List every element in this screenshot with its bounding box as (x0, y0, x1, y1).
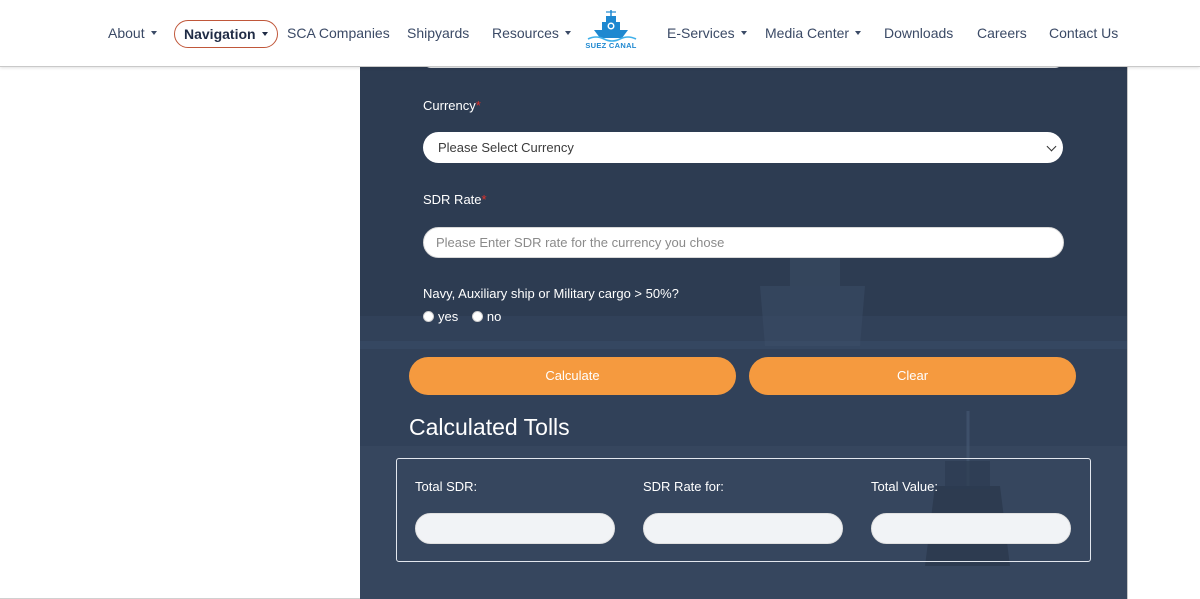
required-mark: * (481, 192, 487, 207)
sdr-rate-label: SDR Rate* (423, 192, 487, 207)
nav-shipyards[interactable]: Shipyards (407, 22, 469, 44)
radio-no[interactable]: no (471, 309, 502, 324)
nav-sca-companies[interactable]: SCA Companies (287, 22, 390, 44)
suez-canal-logo[interactable]: SUEZ CANAL (582, 8, 640, 56)
caret-down-icon (150, 31, 157, 36)
toll-calculator-panel: Currency* Please Select Currency SDR Rat… (360, 66, 1127, 599)
logo-text: SUEZ CANAL (585, 41, 637, 50)
nav-contact-us-label: Contact Us (1049, 25, 1119, 41)
nav-downloads[interactable]: Downloads (884, 22, 953, 44)
nav-media-center[interactable]: Media Center (765, 22, 862, 44)
nav-careers[interactable]: Careers (977, 22, 1027, 44)
total-sdr-label: Total SDR: (415, 479, 478, 494)
nav-e-services[interactable]: E-Services (667, 22, 747, 44)
chevron-down-icon (1046, 141, 1057, 152)
nav-shipyards-label: Shipyards (407, 25, 470, 41)
currency-select[interactable]: Please Select Currency (423, 132, 1063, 163)
radio-yes-circle[interactable] (423, 311, 434, 323)
radio-no-label: no (486, 309, 502, 324)
nav-resources[interactable]: Resources (492, 22, 571, 44)
nav-navigation-label: Navigation (184, 26, 256, 42)
radio-yes[interactable]: yes (423, 309, 458, 324)
nav-about-label: About (108, 25, 145, 41)
calculated-tolls-title: Calculated Tolls (409, 414, 570, 440)
content-right-border (1127, 66, 1128, 599)
calculate-button[interactable]: Calculate (409, 357, 736, 395)
caret-down-icon (740, 31, 747, 36)
nav-sca-companies-label: SCA Companies (287, 25, 390, 41)
total-value-field[interactable] (871, 513, 1071, 544)
caret-down-icon (564, 31, 571, 36)
navy-radio-group: yes no (423, 309, 511, 325)
radio-no-circle[interactable] (471, 311, 483, 323)
nav-careers-label: Careers (977, 25, 1027, 41)
nav-contact-us[interactable]: Contact Us (1049, 22, 1118, 44)
total-sdr-field[interactable] (415, 513, 615, 544)
caret-down-icon (261, 32, 268, 37)
sdr-rate-for-label: SDR Rate for: (643, 479, 724, 494)
nav-resources-label: Resources (492, 25, 559, 41)
navy-question-label: Navy, Auxiliary ship or Military cargo >… (423, 286, 679, 301)
radio-yes-label: yes (438, 309, 459, 324)
sdr-rate-for-field[interactable] (643, 513, 843, 544)
caret-down-icon (855, 31, 862, 36)
ship-logo-icon (587, 10, 637, 42)
currency-label-text: Currency (423, 98, 476, 113)
site-header: About Navigation SCA Companies Shipyards… (0, 0, 1200, 67)
nav-about[interactable]: About (108, 22, 157, 44)
sdr-rate-input[interactable] (423, 227, 1064, 258)
currency-select-value: Please Select Currency (438, 140, 574, 155)
nav-downloads-label: Downloads (884, 25, 954, 41)
results-box: Total SDR: SDR Rate for: Total Value: (396, 458, 1091, 562)
clear-button[interactable]: Clear (749, 357, 1076, 395)
nav-media-center-label: Media Center (765, 25, 850, 41)
currency-label: Currency* (423, 98, 481, 113)
total-value-label: Total Value: (871, 479, 938, 494)
nav-e-services-label: E-Services (667, 25, 735, 41)
nav-navigation[interactable]: Navigation (174, 20, 278, 48)
required-mark: * (475, 98, 481, 113)
sdr-rate-label-text: SDR Rate (423, 192, 482, 207)
